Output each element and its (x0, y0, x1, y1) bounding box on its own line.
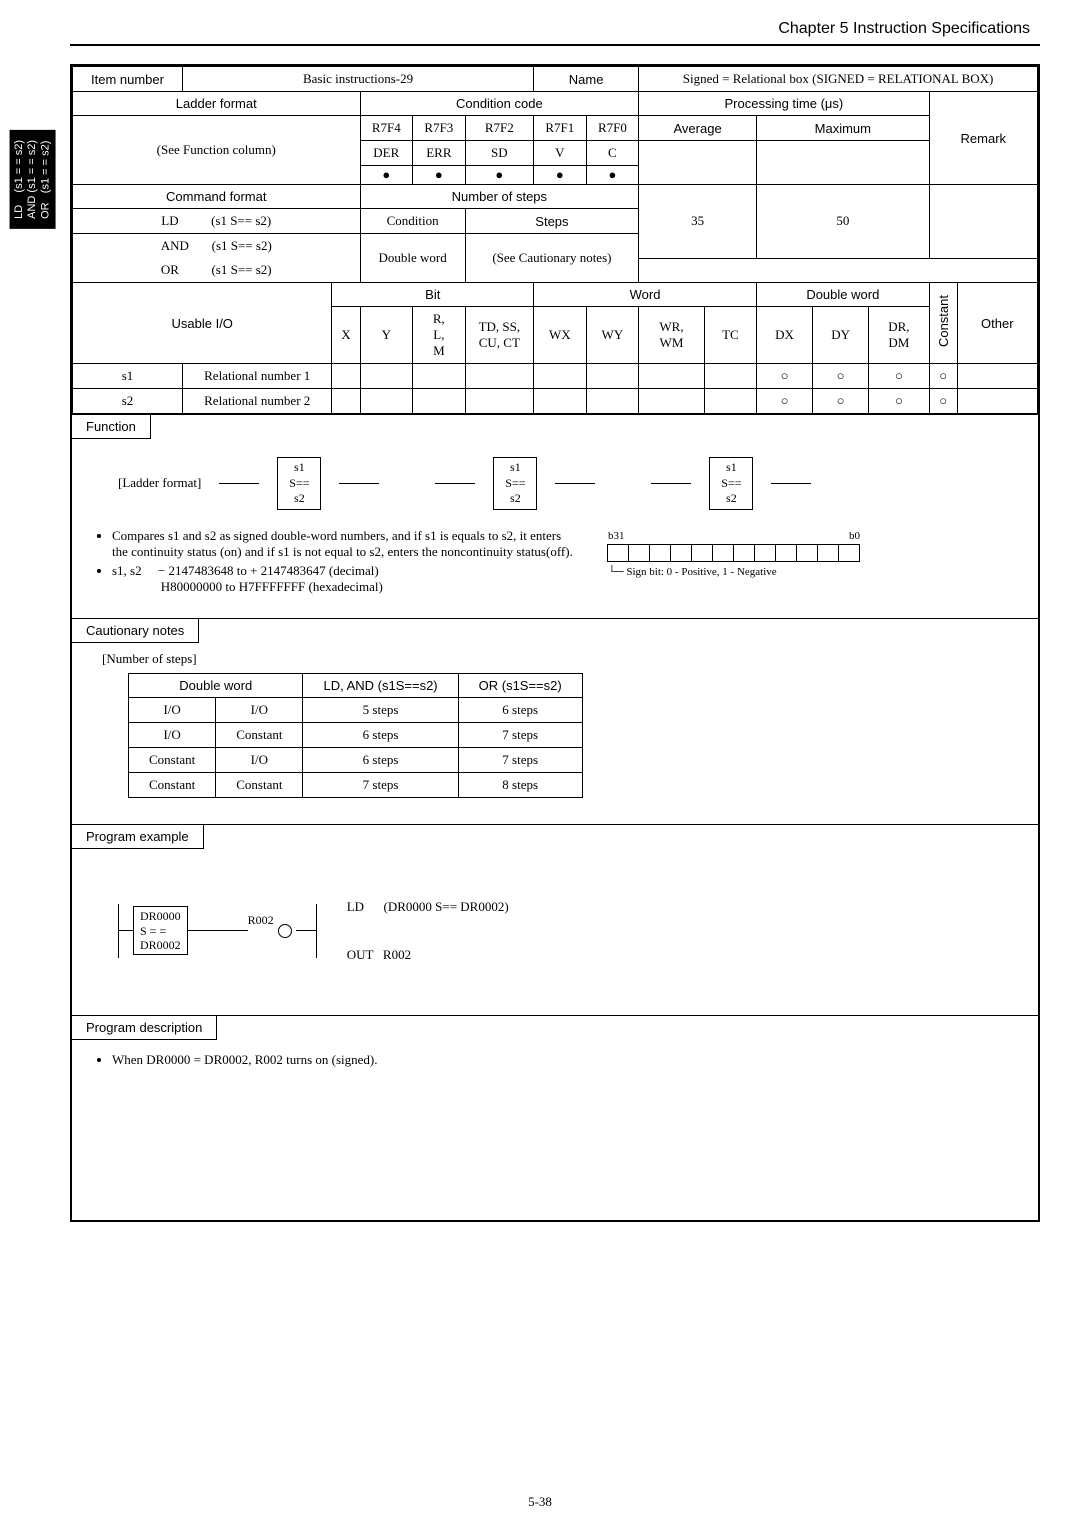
steps-table: Double word LD, AND (s1S==s2) OR (s1S==s… (128, 673, 583, 798)
see-caut: (See Cautionary notes) (465, 234, 639, 283)
dot1: ● (360, 166, 413, 185)
num-steps-label: Number of steps (360, 185, 639, 209)
bit-label: Bit (332, 283, 534, 307)
col-tdss: TD, SS, CU, CT (465, 307, 533, 364)
function-content: [Ladder format] s1 S== s2 s1 S== s2 s1 S… (72, 439, 1038, 618)
v: V (534, 141, 587, 166)
rel2: Relational number 2 (183, 389, 332, 414)
side-tab: LD (s1 = = s2) AND (s1 = = s2) OR (s1 = … (10, 130, 56, 229)
r7f4: R7F4 (360, 116, 413, 141)
dot2: ● (413, 166, 466, 185)
main-box: Item number Basic instructions-29 Name S… (70, 64, 1040, 1222)
col-y: Y (360, 307, 413, 364)
der: DER (360, 141, 413, 166)
err: ERR (413, 141, 466, 166)
c: C (586, 141, 639, 166)
function-label: Function (72, 415, 151, 439)
usable-label: Usable I/O (73, 283, 332, 364)
proc-time-label: Processing time (μs) (639, 92, 929, 116)
r7f3: R7F3 (413, 116, 466, 141)
progdesc-content: When DR0000 = DR0002, R002 turns on (sig… (72, 1040, 1038, 1220)
col-rlm: R, L, M (413, 307, 466, 364)
col-dx: DX (757, 307, 813, 364)
steps-label: Steps (465, 209, 639, 234)
dot4: ● (534, 166, 587, 185)
cautionary-label: Cautionary notes (72, 619, 199, 643)
ladder-box-1: s1 S== s2 (277, 457, 321, 510)
progdesc-label: Program description (72, 1016, 217, 1040)
cmd-or: OR (s1 S== s2) (73, 258, 361, 283)
avg-blank (639, 141, 757, 185)
const-label: Constant (929, 283, 957, 364)
col-wrwm: WR, WM (639, 307, 705, 364)
progdesc-text: When DR0000 = DR0002, R002 turns on (sig… (112, 1052, 1022, 1068)
dot5: ● (586, 166, 639, 185)
s2-label: s2 (73, 389, 183, 414)
s1-dx: ○ (757, 364, 813, 389)
ladder-box-2: s1 S== s2 (493, 457, 537, 510)
dot3: ● (465, 166, 533, 185)
col-drdm: DR, DM (869, 307, 930, 364)
avg-label: Average (639, 116, 757, 141)
ladder-box-3: s1 S== s2 (709, 457, 753, 510)
col-tc: TC (704, 307, 756, 364)
bullet-1: Compares s1 and s2 as signed double-word… (112, 528, 578, 560)
col-dy: DY (813, 307, 869, 364)
cmd-ld: LD (s1 S== s2) (73, 209, 361, 234)
steps-50: 50 (757, 185, 930, 259)
progex-label: Program example (72, 825, 204, 849)
see-function: (See Function column) (73, 116, 361, 185)
steps-hdr-or: OR (s1S==s2) (458, 673, 582, 697)
s2-drdm: ○ (869, 389, 930, 414)
col-x: X (332, 307, 360, 364)
spec-table: Item number Basic instructions-29 Name S… (72, 66, 1038, 414)
s1-label: s1 (73, 364, 183, 389)
header-rule (70, 44, 1040, 46)
r7f2: R7F2 (465, 116, 533, 141)
steps-35: 35 (639, 185, 757, 259)
ladder-format-label: Ladder format (73, 92, 361, 116)
s1-const: ○ (929, 364, 957, 389)
rel1: Relational number 1 (183, 364, 332, 389)
col-wx: WX (534, 307, 587, 364)
dblword-label: Double word (360, 234, 465, 283)
basic-instr: Basic instructions-29 (183, 67, 534, 92)
remark-blank (929, 185, 1037, 259)
cond-code-label: Condition code (360, 92, 639, 116)
r7f0: R7F0 (586, 116, 639, 141)
steps-hdr-ld: LD, AND (s1S==s2) (303, 673, 458, 697)
word-label: Word (534, 283, 757, 307)
steps-hdr-dbl: Double word (129, 673, 303, 697)
r7f1: R7F1 (534, 116, 587, 141)
s2-dy: ○ (813, 389, 869, 414)
bullet-2: s1, s2 − 2147483648 to + 2147483647 (dec… (112, 563, 578, 595)
max-label: Maximum (757, 116, 930, 141)
other-label: Other (957, 283, 1037, 364)
remark-label: Remark (929, 92, 1037, 185)
cmd-and: AND (s1 S== s2) (73, 234, 361, 259)
s1-dy: ○ (813, 364, 869, 389)
max-blank (757, 141, 930, 185)
cautionary-content: [Number of steps] Double word LD, AND (s… (72, 643, 1038, 824)
s2-const: ○ (929, 389, 957, 414)
s1-drdm: ○ (869, 364, 930, 389)
cmd-format-label: Command format (73, 185, 361, 209)
s2-dx: ○ (757, 389, 813, 414)
col-wy: WY (586, 307, 639, 364)
name-text: Signed = Relational box (SIGNED = RELATI… (639, 67, 1038, 92)
name-label: Name (534, 67, 639, 92)
sd: SD (465, 141, 533, 166)
page-number: 5-38 (0, 1494, 1080, 1510)
progex-content: DR0000 S = = DR0002 R002 LD (DR0000 S== … (72, 849, 1038, 1015)
bit-diagram: b31 b0 └─ Sign bit: 0 - Positive, 1 - Ne… (608, 524, 860, 578)
cond-label: Condition (360, 209, 465, 234)
dbl-label: Double word (757, 283, 930, 307)
ladder-format-text: [Ladder format] (118, 475, 201, 491)
item-number-label: Item number (73, 67, 183, 92)
num-steps-text: [Number of steps] (102, 651, 1022, 667)
chapter-title: Chapter 5 Instruction Specifications (70, 20, 1040, 38)
